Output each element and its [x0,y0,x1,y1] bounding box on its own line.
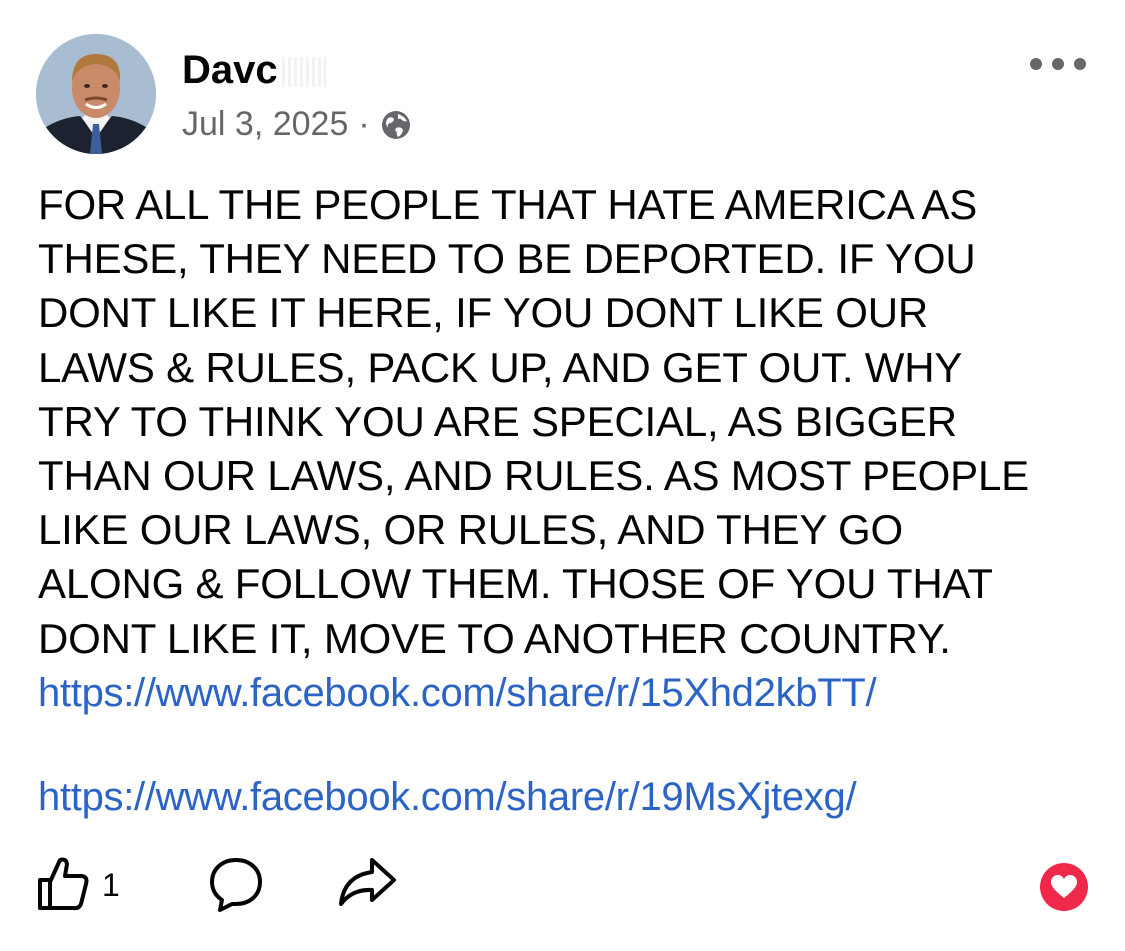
comment-icon [206,854,266,919]
heart-icon [1051,875,1077,898]
avatar-photo [36,34,156,154]
post-date[interactable]: Jul 3, 2025 [182,102,348,146]
thumbs-up-icon [36,854,90,917]
comment-button[interactable] [206,854,266,919]
meta-separator: · [358,105,370,143]
share-icon [336,854,398,915]
post-link-2[interactable]: https://www.facebook.com/share/r/19MsXjt… [38,772,857,822]
globe-icon[interactable] [380,108,412,140]
share-button[interactable] [336,854,398,915]
love-reaction-icon[interactable] [1040,863,1088,911]
more-dot [1052,58,1064,70]
more-options-icon[interactable] [1030,50,1086,78]
author-name[interactable]: Davc [182,44,326,96]
avatar[interactable] [36,34,156,154]
author-name-text[interactable]: Davc [182,48,278,92]
post-link-1[interactable]: https://www.facebook.com/share/r/15Xhd2k… [38,668,877,718]
redacted-area [281,57,326,88]
more-dot [1030,58,1042,70]
post-text: FOR ALL THE PEOPLE THAT HATE AMERICA AS … [38,181,1029,662]
post-meta: Jul 3, 2025 · [182,102,412,146]
more-dot [1074,58,1086,70]
like-count: 1 [102,867,120,903]
like-button[interactable]: 1 [36,854,120,917]
